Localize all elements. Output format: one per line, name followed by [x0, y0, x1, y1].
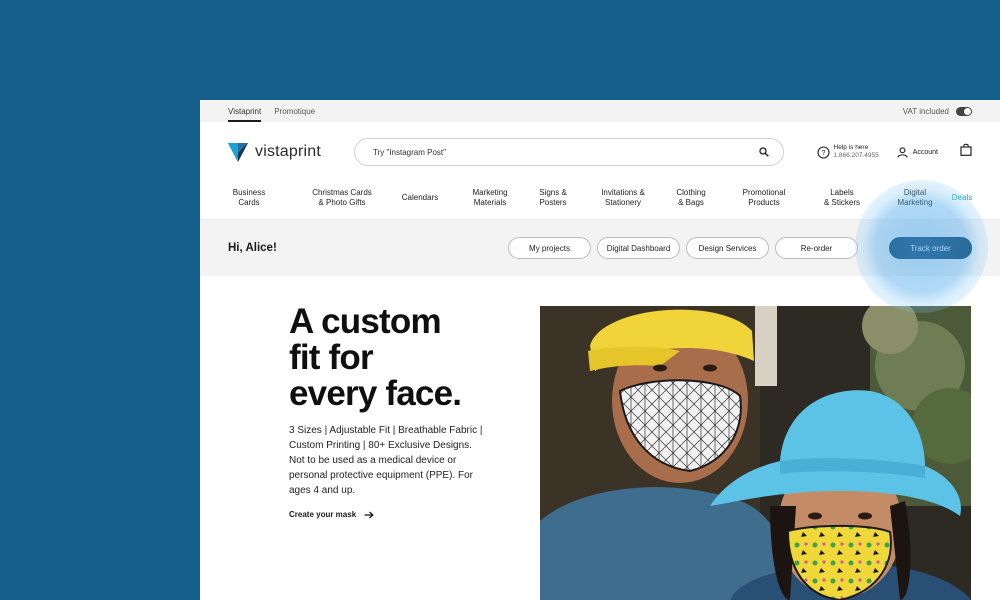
nav-digital-marketing[interactable]: Digital Marketing	[891, 188, 939, 208]
vat-toggle[interactable]	[956, 106, 972, 116]
nav-deals[interactable]: Deals	[949, 188, 975, 203]
help-line-1: Help is here	[833, 144, 869, 151]
cart-button[interactable]	[960, 143, 972, 161]
nav-christmas-cards[interactable]: Christmas Cards & Photo Gifts	[306, 188, 378, 208]
nav-labels-stickers[interactable]: Labels & Stickers	[817, 188, 867, 208]
nav-invitations-stationery[interactable]: Invitations & Stationery	[593, 188, 653, 208]
shopping-bag-icon	[960, 143, 972, 156]
help-phone-number: 1.866.207.4955	[833, 152, 879, 159]
logo-text: vistaprint	[255, 143, 322, 160]
search-input[interactable]	[373, 147, 759, 157]
utility-bar: Vistaprint Promotique VAT included	[200, 100, 1000, 122]
search-icon[interactable]	[759, 147, 769, 157]
phone-help-icon: ?	[816, 145, 830, 159]
greeting-text: Hi, Alice!	[228, 242, 277, 254]
hero-section: A custom fit for every face. 3 Sizes | A…	[200, 276, 1000, 600]
brand-tab-vistaprint[interactable]: Vistaprint	[228, 101, 262, 122]
help-contact[interactable]: ? Help is here 1.866.207.4955	[816, 144, 879, 160]
design-services-button[interactable]: Design Services	[686, 237, 769, 259]
nav-promotional-products[interactable]: Promotional Products	[735, 188, 793, 208]
nav-business-cards[interactable]: Business Cards	[222, 188, 276, 208]
masked-people-photo	[540, 306, 971, 600]
arrow-right-icon	[364, 511, 374, 518]
account-link[interactable]: Account	[897, 146, 938, 158]
nav-calendars[interactable]: Calendars	[394, 188, 446, 203]
greeting-bar: Hi, Alice! My projects Digital Dashboard…	[200, 220, 1000, 276]
digital-dashboard-button[interactable]: Digital Dashboard	[597, 237, 680, 259]
nav-marketing-materials[interactable]: Marketing Materials	[464, 188, 516, 208]
hero-photo	[540, 306, 971, 600]
user-icon	[897, 146, 908, 158]
hero-headline: A custom fit for every face.	[289, 304, 509, 412]
reorder-button[interactable]: Re-order	[775, 237, 858, 259]
track-order-button[interactable]: Track order	[889, 237, 972, 259]
browser-window: Vistaprint Promotique VAT included vista…	[200, 100, 1000, 600]
vistaprint-logo-icon	[228, 142, 248, 162]
nav-signs-posters[interactable]: Signs & Posters	[533, 188, 573, 208]
create-mask-link[interactable]: Create your mask	[289, 510, 374, 519]
cta-label: Create your mask	[289, 510, 357, 519]
my-projects-button[interactable]: My projects	[508, 237, 591, 259]
nav-clothing-bags[interactable]: Clothing & Bags	[669, 188, 713, 208]
account-label: Account	[912, 148, 938, 156]
headline-line-2: fit for	[289, 338, 374, 377]
site-header: vistaprint ? Help is here 1.866.207.4955	[200, 122, 1000, 182]
category-nav: Business Cards Christmas Cards & Photo G…	[200, 182, 1000, 220]
svg-text:?: ?	[821, 150, 825, 157]
headline-line-3: every face.	[289, 374, 462, 413]
headline-line-1: A custom	[289, 302, 442, 341]
search-bar[interactable]	[354, 138, 784, 166]
brand-tab-promotique[interactable]: Promotique	[274, 101, 315, 122]
logo[interactable]: vistaprint	[228, 142, 354, 162]
hero-description: 3 Sizes | Adjustable Fit | Breathable Fa…	[289, 425, 483, 496]
vat-label: VAT included	[902, 106, 949, 116]
